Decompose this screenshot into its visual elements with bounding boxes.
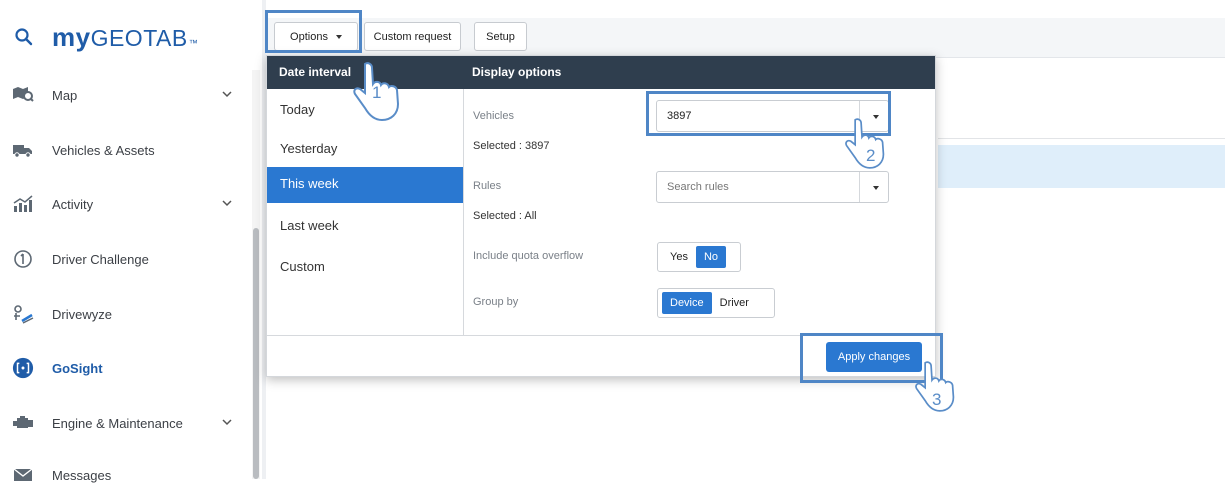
column-divider bbox=[463, 89, 464, 335]
brand-tm: ™ bbox=[188, 37, 199, 48]
messages-icon bbox=[12, 464, 34, 486]
quota-overflow-label: Include quota overflow bbox=[473, 250, 584, 262]
dropdown-arrow[interactable] bbox=[859, 172, 888, 202]
brand: my GEOTAB ™ bbox=[14, 22, 198, 52]
group-device-button[interactable]: Device bbox=[662, 292, 712, 314]
sidebar-scrollbar-thumb[interactable] bbox=[253, 228, 259, 479]
rules-placeholder: Search rules bbox=[667, 181, 729, 193]
sidebar-item-label: GoSight bbox=[52, 360, 103, 376]
caret-down-icon bbox=[873, 186, 879, 190]
rules-select[interactable]: Search rules bbox=[656, 171, 889, 203]
sidebar-item-label: Engine & Maintenance bbox=[52, 415, 183, 431]
custom-request-button[interactable]: Custom request bbox=[364, 22, 461, 51]
quota-overflow-toggle: Yes No bbox=[657, 242, 741, 272]
options-label: Options bbox=[290, 30, 328, 43]
date-option-this-week[interactable]: This week bbox=[267, 167, 463, 203]
panel-footer-divider bbox=[267, 335, 935, 336]
vehicles-icon bbox=[12, 139, 34, 161]
chevron-down-icon[interactable] bbox=[220, 87, 234, 101]
date-option-custom[interactable]: Custom bbox=[267, 250, 463, 286]
sidebar-item-engine[interactable]: Engine & Maintenance bbox=[0, 403, 245, 443]
quota-yes-button[interactable]: Yes bbox=[662, 246, 696, 268]
engine-icon bbox=[12, 412, 34, 434]
step-2-marker: 2 bbox=[866, 146, 876, 165]
page-info-band bbox=[938, 145, 1225, 188]
brand-name: GEOTAB bbox=[90, 24, 188, 51]
brand-prefix: my bbox=[52, 21, 91, 52]
sidebar-item-label: Drivewyze bbox=[52, 306, 112, 322]
date-option-label: This week bbox=[280, 176, 339, 191]
display-options-header: Display options bbox=[463, 56, 935, 89]
mygeotab-logo[interactable]: my GEOTAB ™ bbox=[52, 22, 198, 53]
sidebar-item-activity[interactable]: Activity bbox=[0, 184, 245, 224]
date-option-label: Yesterday bbox=[280, 141, 338, 156]
map-icon bbox=[12, 84, 34, 106]
date-option-last-week[interactable]: Last week bbox=[267, 209, 463, 245]
page-header-band bbox=[938, 80, 1225, 139]
caret-down-icon bbox=[335, 34, 342, 39]
sidebar-item-drivewyze[interactable]: Drivewyze bbox=[0, 294, 245, 334]
rules-label: Rules bbox=[473, 180, 502, 192]
date-interval-title: Date interval bbox=[279, 65, 352, 79]
options-button[interactable]: Options bbox=[274, 22, 358, 51]
setup-button[interactable]: Setup bbox=[474, 22, 527, 51]
sidebar-item-label: Activity bbox=[52, 196, 94, 212]
drivewyze-icon bbox=[12, 303, 34, 325]
sidebar-item-map[interactable]: Map bbox=[0, 75, 245, 115]
chevron-down-icon[interactable] bbox=[220, 415, 234, 429]
setup-label: Setup bbox=[486, 30, 515, 43]
toolbar: Options Custom request Setup bbox=[266, 18, 1225, 58]
quota-no-button[interactable]: No bbox=[695, 246, 727, 268]
driver-challenge-icon bbox=[12, 248, 34, 270]
vehicles-selected-text: Selected : 3897 bbox=[473, 140, 550, 152]
sidebar: my GEOTAB ™ Map Vehicles & Assets Activity… bbox=[0, 0, 262, 483]
chevron-down-icon[interactable] bbox=[220, 196, 234, 210]
search-icon[interactable] bbox=[14, 27, 34, 47]
vehicles-value: 3897 bbox=[667, 110, 692, 122]
sidebar-item-driver-challenge[interactable]: Driver Challenge bbox=[0, 239, 245, 279]
step-1-marker: 1 bbox=[372, 83, 382, 102]
sidebar-item-label: Driver Challenge bbox=[52, 251, 149, 267]
date-option-label: Last week bbox=[280, 218, 339, 233]
sidebar-item-label: Messages bbox=[52, 467, 112, 483]
sidebar-item-messages[interactable]: Messages bbox=[0, 455, 245, 495]
display-options-title: Display options bbox=[472, 65, 562, 79]
group-driver-button[interactable]: Driver bbox=[712, 292, 757, 314]
sidebar-item-label: Vehicles & Assets bbox=[52, 142, 155, 158]
date-option-label: Custom bbox=[280, 259, 325, 274]
date-option-label: Today bbox=[280, 102, 315, 117]
step-3-marker: 3 bbox=[932, 390, 942, 409]
date-option-yesterday[interactable]: Yesterday bbox=[267, 132, 463, 168]
sidebar-item-vehicles[interactable]: Vehicles & Assets bbox=[0, 130, 245, 170]
activity-icon bbox=[12, 193, 34, 215]
sidebar-item-gosight[interactable]: GoSight bbox=[0, 348, 245, 388]
rules-selected-text: Selected : All bbox=[473, 210, 537, 222]
custom-request-label: Custom request bbox=[373, 30, 452, 43]
vehicles-label: Vehicles bbox=[473, 110, 514, 122]
group-by-label: Group by bbox=[473, 296, 519, 308]
group-by-toggle: Device Driver bbox=[657, 288, 775, 318]
sidebar-item-label: Map bbox=[52, 87, 78, 103]
gosight-icon bbox=[12, 357, 34, 379]
